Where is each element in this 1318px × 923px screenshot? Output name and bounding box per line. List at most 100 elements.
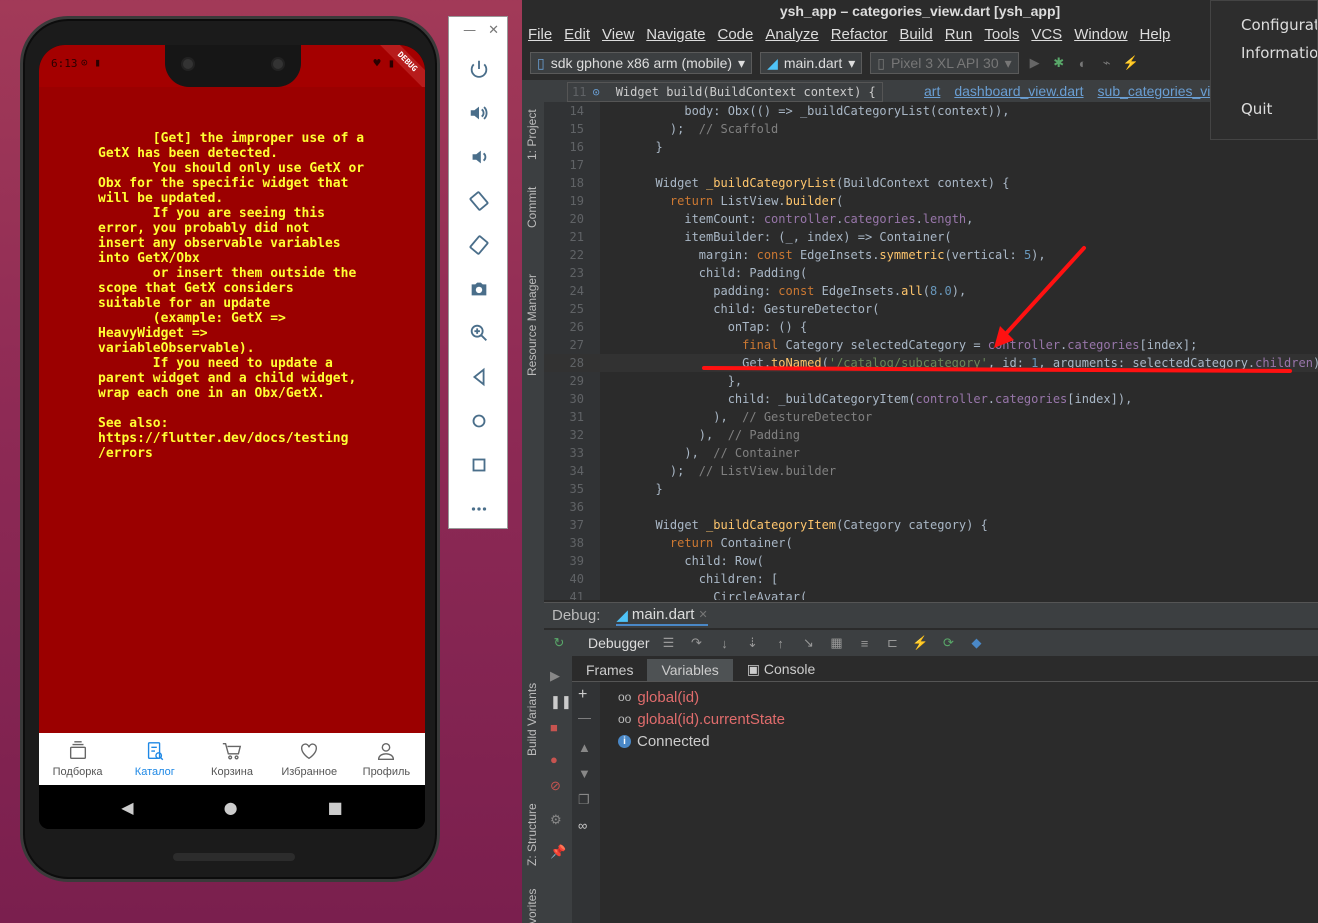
code-line[interactable]: 38 return Container(: [544, 534, 1318, 552]
code-line[interactable]: 18 Widget _buildCategoryList(BuildContex…: [544, 174, 1318, 192]
build-variants-tool-tab[interactable]: Build Variants: [525, 683, 539, 756]
menu-refactor[interactable]: Refactor: [825, 24, 894, 48]
menu-view[interactable]: View: [596, 24, 640, 48]
volume-up-button[interactable]: [449, 91, 509, 135]
code-line[interactable]: 35 }: [544, 480, 1318, 498]
menu-item-configuration[interactable]: Configuration: [1211, 11, 1317, 39]
code-line[interactable]: 32 ), // Padding: [544, 426, 1318, 444]
code-line[interactable]: 15 ); // Scaffold: [544, 120, 1318, 138]
emulator-more-button[interactable]: [449, 487, 509, 531]
force-step-into-icon[interactable]: ⇣: [744, 635, 762, 651]
emulator-overview-button[interactable]: [449, 443, 509, 487]
code-line[interactable]: 28 Get.toNamed('/catalog/subcategory', i…: [544, 354, 1318, 372]
code-line[interactable]: 16 }: [544, 138, 1318, 156]
debug-session-tab[interactable]: ◢ main.dart ✕: [616, 606, 708, 626]
tab-frames[interactable]: Frames: [572, 659, 647, 681]
tab-console[interactable]: ▣ Console: [733, 658, 830, 681]
devtools-icon[interactable]: ◆: [968, 635, 986, 651]
run-to-cursor-icon[interactable]: ↘: [800, 635, 818, 651]
hot-reload-icon[interactable]: ⚡: [1123, 55, 1139, 71]
debug-icon[interactable]: ✱: [1051, 55, 1067, 71]
code-line[interactable]: 36: [544, 498, 1318, 516]
rotate-right-button[interactable]: [449, 223, 509, 267]
stop-icon[interactable]: ■: [550, 720, 558, 735]
remove-watch-icon[interactable]: —: [578, 710, 591, 725]
menu-vcs[interactable]: VCS: [1025, 24, 1068, 48]
code-line[interactable]: 40 children: [: [544, 570, 1318, 588]
move-down-icon[interactable]: ▼: [578, 766, 591, 781]
volume-down-button[interactable]: [449, 135, 509, 179]
code-line[interactable]: 31 ), // GestureDetector: [544, 408, 1318, 426]
zoom-button[interactable]: [449, 311, 509, 355]
recent-apps-icon[interactable]: ■: [328, 798, 343, 817]
copy-icon[interactable]: ❐: [578, 792, 590, 808]
code-line[interactable]: 24 padding: const EdgeInsets.all(8.0),: [544, 282, 1318, 300]
resource-manager-tool-tab[interactable]: Resource Manager: [525, 274, 539, 376]
nav-item-catalog[interactable]: Каталог: [116, 733, 193, 785]
breakpoints-icon[interactable]: ●: [550, 752, 558, 767]
resume-icon[interactable]: ▶: [550, 668, 560, 684]
emulator-back-button[interactable]: [449, 355, 509, 399]
code-line[interactable]: 20 itemCount: controller.categories.leng…: [544, 210, 1318, 228]
pause-icon[interactable]: ❚❚: [550, 694, 572, 710]
project-tool-tab[interactable]: 1: Project: [525, 109, 539, 160]
favorites-tool-tab[interactable]: Favorites: [525, 889, 539, 923]
code-line[interactable]: 21 itemBuilder: (_, index) => Container(: [544, 228, 1318, 246]
structure-tool-tab[interactable]: Z: Structure: [525, 803, 539, 866]
step-into-icon[interactable]: ↓: [716, 636, 734, 651]
rotate-left-button[interactable]: [449, 179, 509, 223]
screenshot-button[interactable]: [449, 267, 509, 311]
run-config-selector[interactable]: ◢ main.dart ▾: [760, 52, 863, 74]
step-over-icon[interactable]: ↷: [688, 635, 706, 651]
close-icon[interactable]: ✕: [488, 23, 499, 47]
code-line[interactable]: 23 child: Padding(: [544, 264, 1318, 282]
close-icon[interactable]: ✕: [698, 608, 707, 621]
code-line[interactable]: 29 },: [544, 372, 1318, 390]
code-line[interactable]: 37 Widget _buildCategoryItem(Category ca…: [544, 516, 1318, 534]
minimize-icon[interactable]: —: [463, 23, 476, 47]
tab-variables[interactable]: Variables: [647, 658, 733, 681]
nav-item-profile[interactable]: Профиль: [348, 733, 425, 785]
menu-tools[interactable]: Tools: [978, 24, 1025, 48]
evaluate-icon[interactable]: ▦: [828, 635, 846, 651]
code-line[interactable]: 39 child: Row(: [544, 552, 1318, 570]
nav-item-collections[interactable]: Подборка: [39, 733, 116, 785]
menu-lines-icon[interactable]: ☰: [660, 635, 678, 651]
frames-icon[interactable]: ⊏: [884, 635, 902, 651]
avd-selector[interactable]: ▯ Pixel 3 XL API 30 ▾: [870, 52, 1019, 74]
code-line[interactable]: 17: [544, 156, 1318, 174]
run-icon[interactable]: ▶: [1027, 55, 1043, 71]
watch-row[interactable]: oo global(id).currentState: [618, 708, 785, 730]
code-line[interactable]: 25 child: GestureDetector(: [544, 300, 1318, 318]
code-line[interactable]: 41 CircleAvatar(: [544, 588, 1318, 600]
pin-icon[interactable]: 📌: [550, 844, 566, 860]
menu-code[interactable]: Code: [711, 24, 759, 48]
code-line[interactable]: 22 margin: const EdgeInsets.symmetric(ve…: [544, 246, 1318, 264]
menu-item-quit[interactable]: Quit: [1211, 95, 1317, 123]
menu-edit[interactable]: Edit: [558, 24, 596, 48]
add-watch-icon[interactable]: +: [578, 686, 587, 704]
menu-run[interactable]: Run: [939, 24, 979, 48]
menu-help[interactable]: Help: [1134, 24, 1177, 48]
trace-icon[interactable]: ≡: [856, 636, 874, 651]
editor-tab[interactable]: dashboard_view.dart: [954, 83, 1083, 99]
code-line[interactable]: 33 ), // Container: [544, 444, 1318, 462]
back-icon[interactable]: ◀: [121, 798, 133, 817]
hot-reload-icon[interactable]: ⚡: [912, 635, 930, 651]
glasses-icon[interactable]: ∞: [578, 818, 587, 833]
emulator-home-button[interactable]: [449, 399, 509, 443]
menu-window[interactable]: Window: [1068, 24, 1133, 48]
step-out-icon[interactable]: ↑: [772, 636, 790, 651]
code-editor[interactable]: 14 body: Obx(() => _buildCategoryList(co…: [544, 102, 1318, 600]
menu-file[interactable]: File: [522, 24, 558, 48]
power-button[interactable]: [449, 47, 509, 91]
menu-analyze[interactable]: Analyze: [759, 24, 824, 48]
profile-icon[interactable]: ◐: [1075, 56, 1091, 71]
hot-restart-icon[interactable]: ⟳: [940, 635, 958, 651]
rerun-icon[interactable]: ↻: [550, 635, 568, 651]
editor-tab[interactable]: art: [924, 83, 940, 99]
code-line[interactable]: 26 onTap: () {: [544, 318, 1318, 336]
code-line[interactable]: 19 return ListView.builder(: [544, 192, 1318, 210]
menu-navigate[interactable]: Navigate: [640, 24, 711, 48]
device-selector[interactable]: ▯ sdk gphone x86 arm (mobile) ▾: [530, 52, 753, 74]
